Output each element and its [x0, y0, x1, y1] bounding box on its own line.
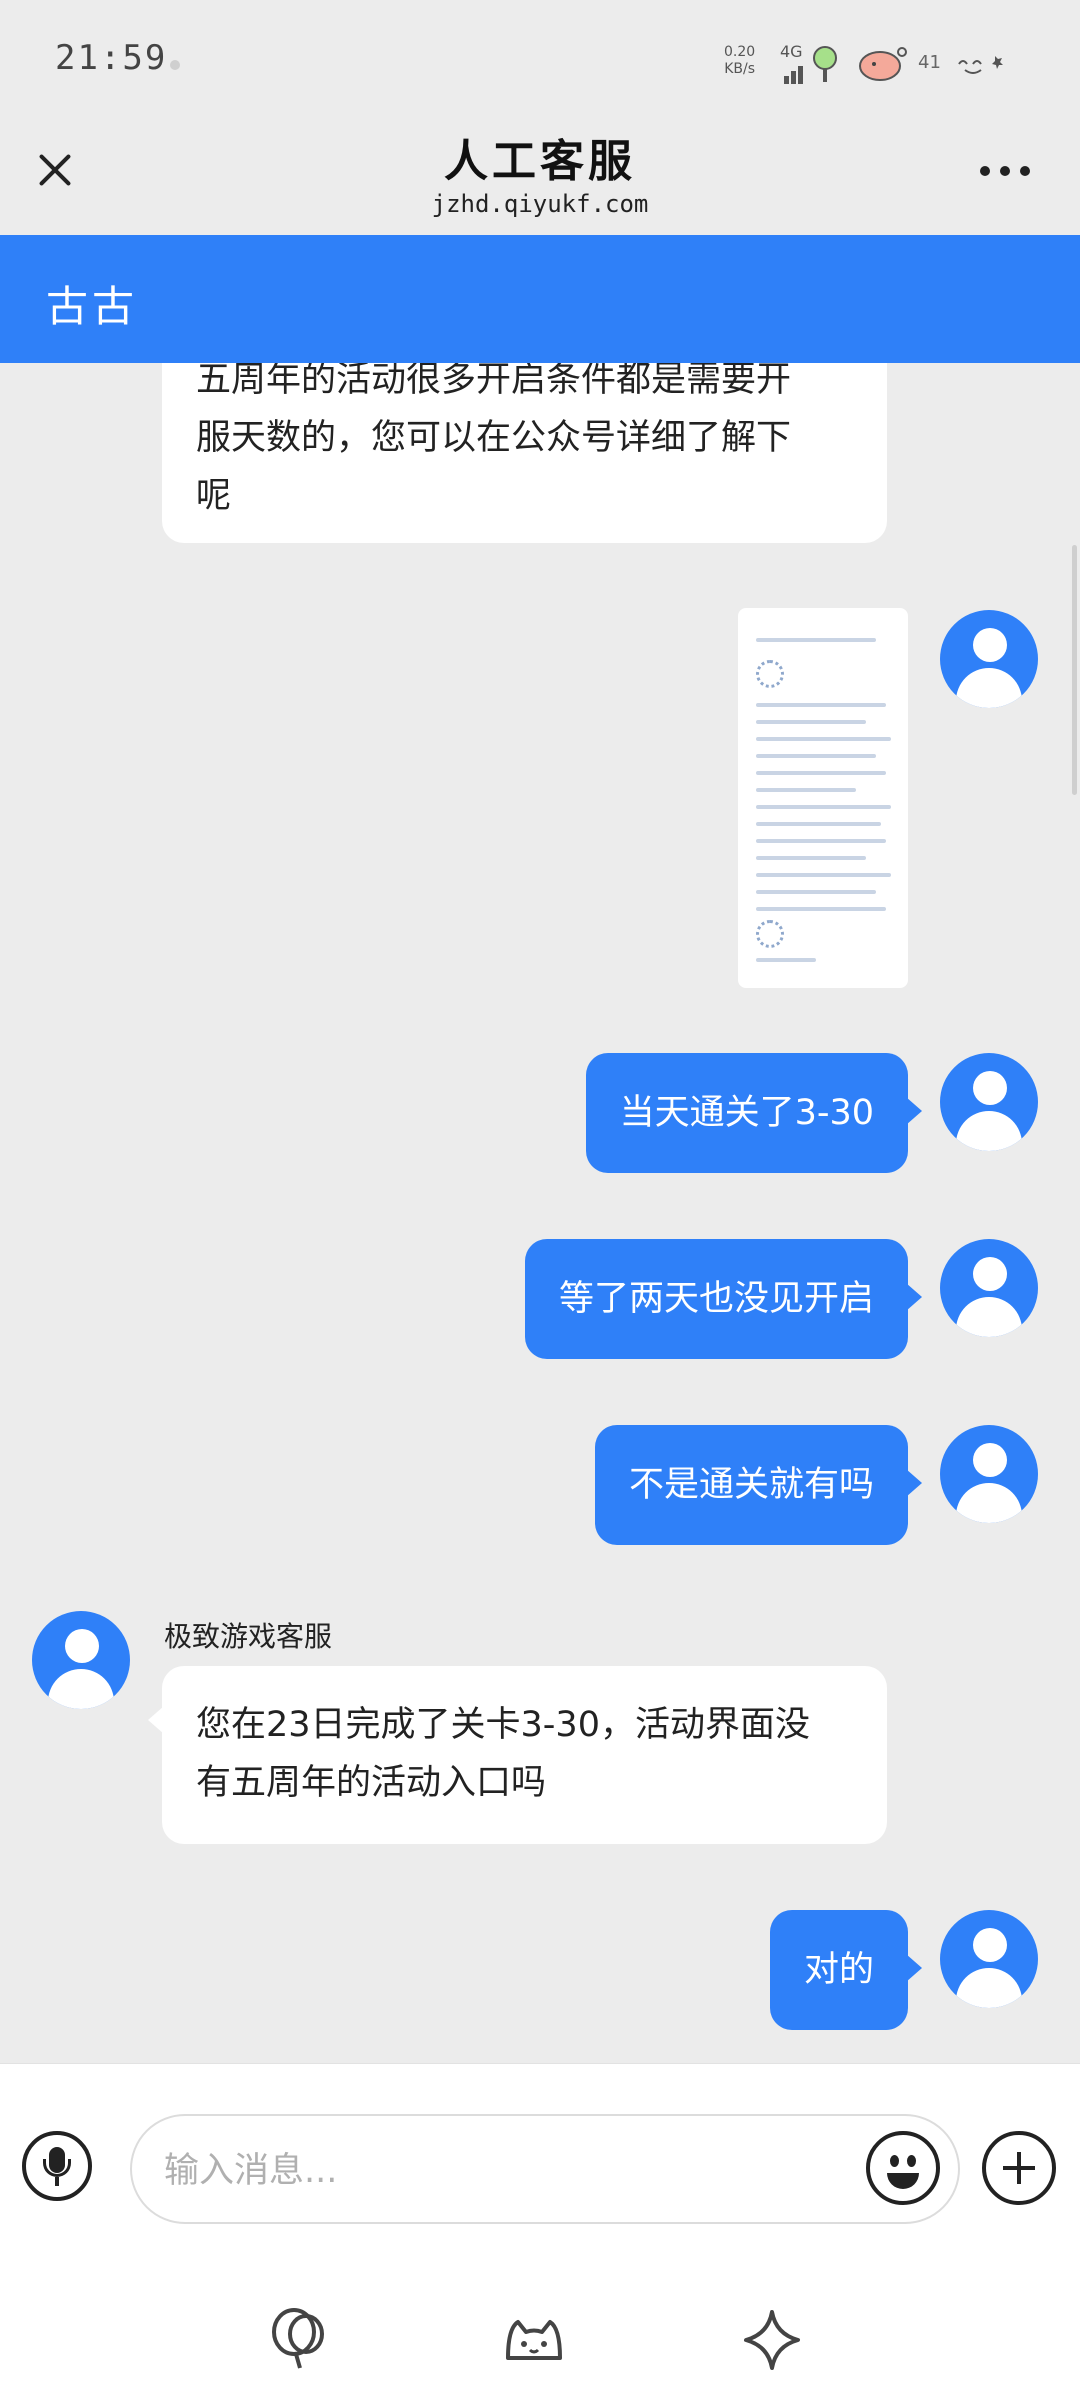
- image-thumbnail-gear-icon: [756, 660, 784, 688]
- message-bubble-right: 等了两天也没见开启: [524, 1239, 923, 1359]
- message-input[interactable]: [130, 2114, 960, 2224]
- network-type: 4G: [780, 42, 803, 61]
- message-input-field[interactable]: [162, 2140, 766, 2202]
- plus-icon[interactable]: [982, 2131, 1056, 2205]
- microphone-icon[interactable]: [22, 2131, 92, 2201]
- message-bubble-right: 当天通关了3-30: [585, 1053, 923, 1173]
- message-input-bar: [0, 2063, 1080, 2264]
- message-line: 您在23日完成了关卡3-30，活动界面没: [196, 1705, 810, 1745]
- agent-avatar[interactable]: [32, 1611, 130, 1709]
- header: 人工客服 jzhd.qiyukf.com: [0, 120, 1080, 235]
- message-line: 五周年的活动很多开启条件都是需要开: [196, 363, 792, 400]
- tree-icon: [813, 46, 837, 82]
- message-line: 呢: [196, 476, 232, 516]
- sender-name: 极致游戏客服: [164, 1620, 333, 1653]
- notification-dot-icon: [170, 60, 180, 70]
- image-message-thumbnail[interactable]: [738, 608, 908, 988]
- user-avatar[interactable]: [940, 1910, 1038, 2008]
- user-avatar[interactable]: [940, 610, 1038, 708]
- more-options-button[interactable]: [978, 162, 1032, 182]
- user-avatar[interactable]: [940, 1425, 1038, 1523]
- face-icon: [958, 56, 1003, 74]
- sparkle-icon[interactable]: [740, 2308, 804, 2372]
- message-line: 服天数的，您可以在公众号详细了解下: [196, 418, 792, 458]
- image-thumbnail-gear-icon: [756, 920, 784, 948]
- agent-bar: 古古: [0, 235, 1080, 363]
- page-title: 人工客服: [444, 136, 636, 187]
- page-subtitle-url: jzhd.qiyukf.com: [431, 190, 649, 218]
- message-bubble-right: 对的: [769, 1910, 923, 2030]
- cat-face-icon[interactable]: [502, 2308, 566, 2372]
- message-bubble-right: 不是通关就有吗: [594, 1425, 923, 1545]
- network-speed-value: 0.20: [724, 44, 756, 60]
- agent-name: 古古: [46, 282, 139, 331]
- network-speed: 0.20 KB/s: [724, 44, 755, 78]
- user-avatar[interactable]: [940, 1053, 1038, 1151]
- network-speed-unit: KB/s: [724, 61, 755, 77]
- emoji-icon[interactable]: [866, 2131, 940, 2205]
- message-line: 有五周年的活动入口吗: [196, 1763, 547, 1803]
- pig-icon: [859, 47, 907, 81]
- user-avatar[interactable]: [940, 1239, 1038, 1337]
- status-bar: 21:59 0.20 KB/s 4G 41: [0, 0, 1080, 120]
- message-bubble-left: 五周年的活动很多开启条件都是需要开 服天数的，您可以在公众号详细了解下 呢: [162, 363, 887, 543]
- signal-icon: [776, 62, 804, 84]
- status-time: 21:59: [55, 38, 168, 78]
- chat-area[interactable]: 五周年的活动很多开启条件都是需要开 服天数的，您可以在公众号详细了解下 呢 当天…: [0, 363, 1080, 2063]
- chat-scrollbar[interactable]: [1072, 545, 1077, 795]
- balloon-icon[interactable]: [268, 2308, 332, 2372]
- bottom-navigation: [0, 2263, 1080, 2400]
- message-bubble-left: 您在23日完成了关卡3-30，活动界面没 有五周年的活动入口吗: [148, 1666, 887, 1844]
- battery-level: 41: [918, 52, 941, 73]
